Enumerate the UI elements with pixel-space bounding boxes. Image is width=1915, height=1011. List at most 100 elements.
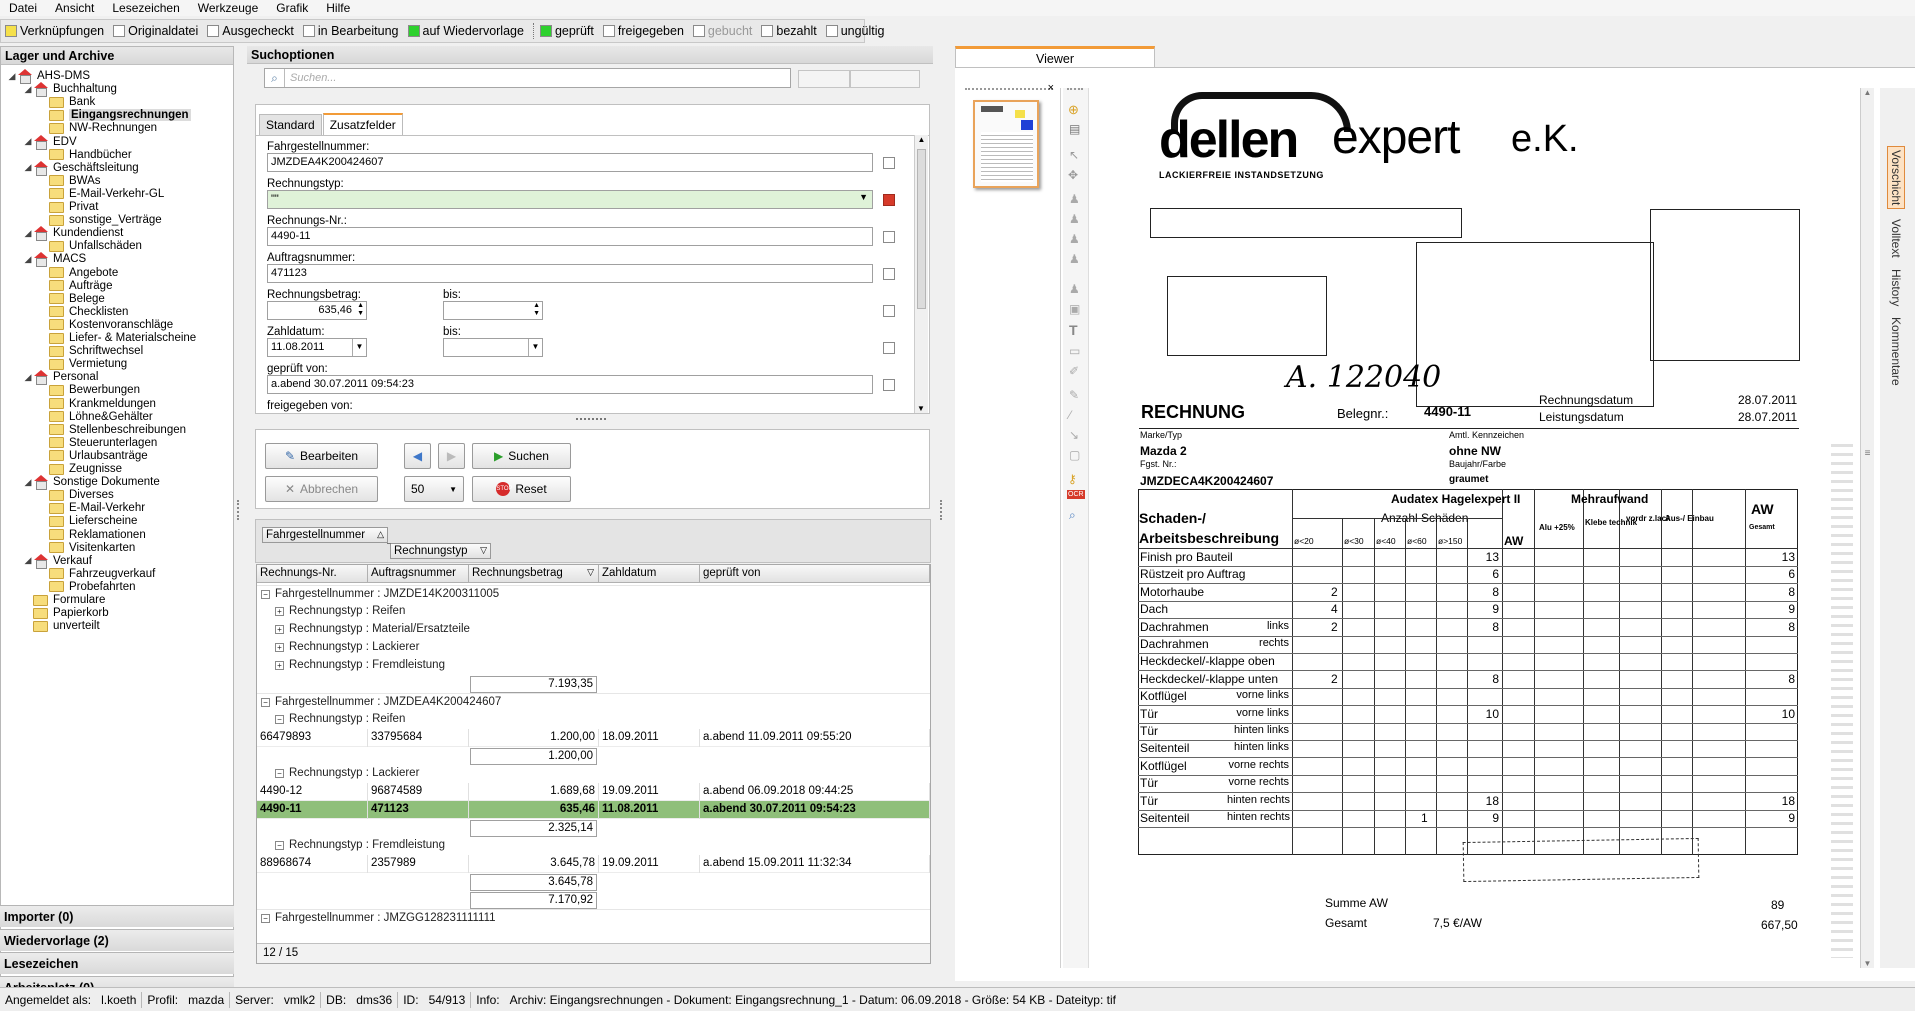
expand-icon[interactable]: ◢ bbox=[23, 555, 33, 566]
search-extra-1[interactable] bbox=[798, 70, 850, 88]
filter-checkbox[interactable] bbox=[207, 25, 220, 37]
tab-vorschicht[interactable]: Vorschicht bbox=[1887, 146, 1905, 210]
grip-icon[interactable]: ≡ bbox=[1861, 448, 1874, 459]
filter-6[interactable]: freigegeben bbox=[602, 24, 684, 38]
nr-checkbox[interactable] bbox=[883, 231, 895, 243]
line-icon[interactable]: ⁄ bbox=[1069, 408, 1071, 422]
col-header-betrag[interactable]: Rechnungsbetrag ▽ bbox=[469, 565, 599, 583]
nr-field[interactable]: 4490-11 bbox=[267, 227, 873, 246]
prev-button[interactable]: ◀ bbox=[404, 443, 431, 469]
menu-lesezeichen[interactable]: Lesezeichen bbox=[103, 1, 188, 15]
collapse-icon[interactable]: − bbox=[275, 715, 284, 724]
zahl-checkbox[interactable] bbox=[883, 342, 895, 354]
collapse-icon[interactable]: − bbox=[275, 769, 284, 778]
stamp-icon[interactable]: ♟ bbox=[1069, 192, 1080, 206]
zoom-icon[interactable]: ⌕ bbox=[1069, 508, 1076, 523]
menu-hilfe[interactable]: Hilfe bbox=[317, 1, 359, 15]
filter-5[interactable]: geprüft bbox=[539, 24, 594, 38]
key-icon[interactable]: ⚷ bbox=[1068, 472, 1077, 486]
collapse-icon[interactable]: − bbox=[261, 590, 270, 599]
scroll-down-icon[interactable]: ▼ bbox=[1861, 959, 1874, 968]
search-extra-2[interactable] bbox=[850, 70, 920, 88]
group-row[interactable]: − Fahrgestellnummer : JMZDEA4K200424607 bbox=[257, 693, 930, 711]
group-row[interactable]: + Rechnungstyp : Reifen bbox=[257, 603, 930, 621]
betrag-from-field[interactable]: 635,46 ▲ ▼ bbox=[267, 301, 367, 320]
expand-icon[interactable]: + bbox=[275, 643, 284, 652]
stamp-icon[interactable]: ♟ bbox=[1069, 282, 1080, 296]
menu-datei[interactable]: Datei bbox=[0, 1, 46, 15]
group-row[interactable]: + Rechnungstyp : Fremdleistung bbox=[257, 657, 930, 675]
scroll-up-icon[interactable]: ▲ bbox=[915, 135, 928, 144]
group-chip-type[interactable]: Rechnungstyp ▽ bbox=[390, 543, 491, 559]
close-icon[interactable]: × bbox=[1048, 82, 1054, 94]
filter-1[interactable]: Originaldatei bbox=[113, 24, 198, 38]
group-row[interactable]: − Rechnungstyp : Fremdleistung bbox=[257, 837, 930, 855]
filter-checkbox[interactable] bbox=[302, 25, 315, 37]
menu-grafik[interactable]: Grafik bbox=[267, 1, 317, 15]
filter-checkbox[interactable] bbox=[407, 25, 420, 37]
expand-icon[interactable]: ◢ bbox=[23, 136, 33, 147]
page-icon[interactable]: ▤ bbox=[1069, 122, 1080, 136]
scroll-up-icon[interactable]: ▲ bbox=[1861, 88, 1874, 97]
lock-icon[interactable]: ⊕ bbox=[1068, 102, 1079, 118]
page-size-select[interactable]: 50 ▼ bbox=[404, 476, 464, 502]
fin-field[interactable]: JMZDEA4K200424607 bbox=[267, 153, 873, 172]
tab-kommentare[interactable]: Kommentare bbox=[1888, 314, 1904, 389]
scroll-thumb[interactable] bbox=[917, 149, 926, 309]
note-icon[interactable]: ▭ bbox=[1069, 344, 1080, 358]
highlight-icon[interactable]: ✐ bbox=[1069, 364, 1079, 378]
filter-checkbox[interactable] bbox=[113, 25, 126, 37]
tab-zusatzfelder[interactable]: Zusatzfelder bbox=[322, 113, 403, 135]
menu-ansicht[interactable]: Ansicht bbox=[46, 1, 103, 15]
pen-icon[interactable]: ✎ bbox=[1069, 388, 1079, 402]
type-dropdown[interactable]: "" ▼ bbox=[267, 190, 873, 209]
filter-2[interactable]: Ausgecheckt bbox=[207, 24, 294, 38]
filter-4[interactable]: auf Wiedervorlage bbox=[407, 24, 524, 38]
filter-checkbox[interactable] bbox=[761, 25, 774, 37]
stamp-icon[interactable]: ♟ bbox=[1069, 232, 1080, 246]
col-header-auftrag[interactable]: Auftragsnummer bbox=[368, 565, 469, 583]
zahl-from-field[interactable]: 11.08.2011 ▼ bbox=[267, 338, 367, 357]
group-row[interactable]: + Rechnungstyp : Lackierer bbox=[257, 639, 930, 657]
filter-checkbox[interactable] bbox=[825, 25, 838, 37]
tab-history[interactable]: History bbox=[1888, 266, 1904, 309]
col-header-gepr[interactable]: geprüft von bbox=[700, 565, 930, 583]
group-row[interactable]: − Fahrgestellnummer : JMZGG128231111111 bbox=[257, 909, 930, 927]
gepr-field[interactable]: a.abend 30.07.2011 09:54:23 bbox=[267, 375, 873, 394]
type-checkbox[interactable] bbox=[883, 194, 895, 206]
filter-checkbox[interactable] bbox=[539, 25, 552, 37]
betrag-to-field[interactable]: ▲ ▼ bbox=[443, 301, 543, 320]
group-row[interactable]: − Rechnungstyp : Reifen bbox=[257, 711, 930, 729]
splitter-handle[interactable] bbox=[237, 500, 242, 520]
betrag-checkbox[interactable] bbox=[883, 305, 895, 317]
stamp-icon[interactable]: ♟ bbox=[1069, 212, 1080, 226]
expand-icon[interactable]: ◢ bbox=[7, 71, 17, 82]
tab-viewer[interactable]: Viewer bbox=[955, 46, 1155, 68]
image-icon[interactable]: ▣ bbox=[1069, 302, 1080, 316]
expand-icon[interactable]: ◢ bbox=[23, 372, 33, 383]
reset-button[interactable]: STOP Reset bbox=[472, 476, 571, 502]
table-row[interactable]: 66479893 33795684 1.200,00 18.09.2011 a.aben… bbox=[257, 729, 930, 747]
tab-volltext[interactable]: Volltext bbox=[1888, 216, 1904, 261]
splitter-handle[interactable] bbox=[576, 418, 606, 422]
rect-icon[interactable]: ▢ bbox=[1069, 448, 1080, 462]
accordion-2[interactable]: Lesezeichen bbox=[0, 952, 234, 974]
filter-9[interactable]: ungültig bbox=[825, 24, 885, 38]
form-scrollbar[interactable]: ▲ ▼ bbox=[914, 135, 928, 413]
collapse-icon[interactable]: − bbox=[261, 914, 270, 923]
col-header-zahl[interactable]: Zahldatum bbox=[599, 565, 700, 583]
text-icon[interactable]: T bbox=[1069, 322, 1078, 338]
spinner-icon[interactable]: ▲ ▼ bbox=[533, 302, 540, 318]
calendar-dropdown-icon[interactable]: ▼ bbox=[352, 339, 366, 356]
scroll-down-icon[interactable]: ▼ bbox=[915, 404, 927, 413]
calendar-dropdown-icon[interactable]: ▼ bbox=[528, 339, 542, 356]
filter-icon[interactable]: ▽ bbox=[587, 567, 594, 578]
collapse-icon[interactable]: − bbox=[261, 698, 270, 707]
cancel-button[interactable]: ✕ Abbrechen bbox=[265, 476, 378, 502]
search-input[interactable]: ⌕ Suchen... bbox=[264, 68, 791, 88]
tree-item[interactable]: unverteilt bbox=[23, 618, 100, 634]
filter-8[interactable]: bezahlt bbox=[761, 24, 817, 38]
spinner-icon[interactable]: ▲ ▼ bbox=[357, 302, 364, 318]
move-icon[interactable]: ✥ bbox=[1068, 168, 1078, 182]
expand-icon[interactable]: ◢ bbox=[23, 162, 33, 173]
